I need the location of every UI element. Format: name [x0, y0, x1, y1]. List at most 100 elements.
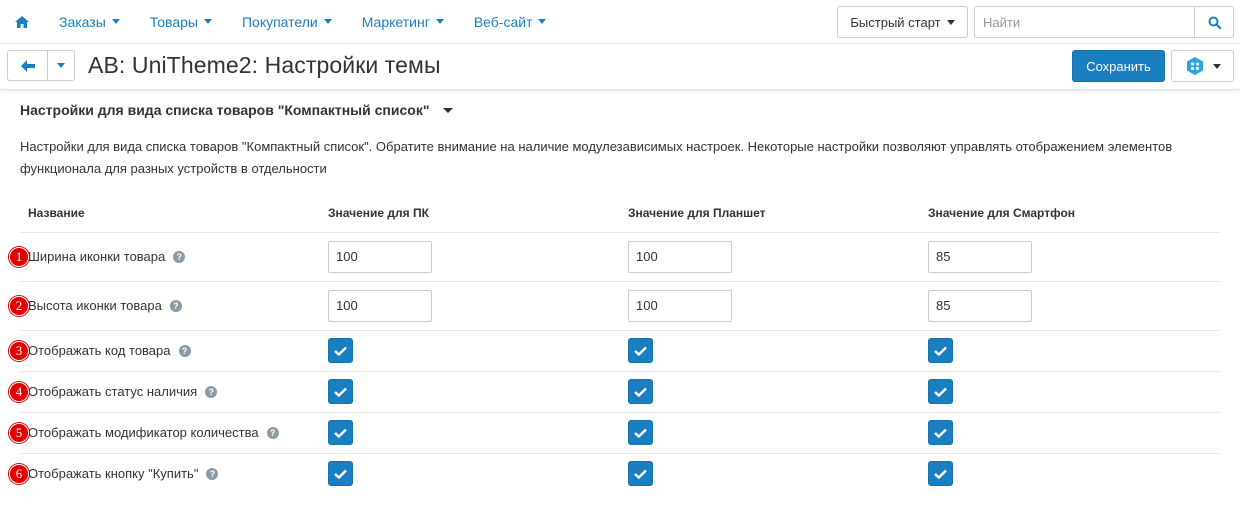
menu-marketing[interactable]: Маркетинг — [347, 14, 459, 30]
setting-name: 4 Отображать статус наличия ? — [9, 381, 328, 402]
checkmark-icon — [634, 428, 647, 438]
help-icon[interactable]: ? — [173, 250, 186, 263]
show-stock-tablet-checkbox[interactable] — [628, 379, 653, 404]
setting-label: Отображать модификатор количества — [28, 425, 259, 440]
help-icon[interactable]: ? — [266, 426, 279, 439]
title-bar: AB: UniTheme2: Настройки темы Сохранить — [0, 44, 1240, 90]
show-buy-button-phone-checkbox[interactable] — [928, 461, 953, 487]
table-row: 4 Отображать статус наличия ? — [9, 371, 1220, 413]
setting-name: 1 Ширина иконки товара ? — [9, 246, 328, 267]
table-row: 3 Отображать код товара ? — [9, 330, 1220, 372]
icon-width-pc-input[interactable] — [328, 240, 432, 273]
page-title: AB: UniTheme2: Настройки темы — [88, 52, 441, 78]
chevron-down-icon — [1212, 63, 1221, 69]
chevron-down-icon — [203, 19, 212, 24]
checkmark-icon — [934, 428, 947, 438]
section-description: Настройки для вида списка товаров "Компа… — [20, 139, 1173, 176]
icon-width-tablet-input[interactable] — [628, 240, 732, 273]
search-input[interactable] — [975, 7, 1194, 37]
search-box — [974, 6, 1234, 38]
arrow-left-icon — [20, 59, 35, 72]
icon-height-tablet-input[interactable] — [628, 289, 732, 322]
help-icon[interactable]: ? — [205, 385, 218, 398]
back-button-group — [7, 50, 75, 81]
checkmark-icon — [934, 469, 947, 479]
checkmark-icon — [634, 346, 647, 356]
step-badge: 2 — [9, 295, 29, 316]
settings-content: Настройки для вида списка товаров "Компа… — [0, 100, 1240, 494]
show-qty-modifier-phone-checkbox[interactable] — [928, 420, 953, 445]
show-stock-phone-checkbox[interactable] — [928, 379, 953, 404]
show-code-tablet-checkbox[interactable] — [628, 338, 653, 363]
column-header-pc: Значение для ПК — [328, 202, 628, 233]
show-buy-button-pc-checkbox[interactable] — [328, 461, 353, 487]
home-icon — [15, 15, 29, 28]
show-code-phone-checkbox[interactable] — [928, 338, 953, 363]
search-button[interactable] — [1194, 7, 1233, 37]
save-button[interactable]: Сохранить — [1072, 50, 1165, 82]
setting-label: Ширина иконки товара — [28, 249, 166, 264]
icon-height-pc-input[interactable] — [328, 289, 432, 322]
show-qty-modifier-tablet-checkbox[interactable] — [628, 420, 653, 445]
setting-label: Отображать статус наличия — [28, 384, 198, 399]
table-row: 1 Ширина иконки товара ? — [9, 232, 1220, 282]
show-code-pc-checkbox[interactable] — [328, 338, 353, 363]
help-icon[interactable]: ? — [178, 344, 191, 357]
step-badge: 4 — [9, 381, 29, 402]
setting-name: 2 Высота иконки товара ? — [9, 295, 328, 316]
main-menu: Заказы Товары Покупатели Маркетинг Веб-с… — [44, 14, 561, 30]
column-header-phone: Значение для Смартфон — [928, 202, 1220, 233]
step-badge: 1 — [9, 246, 29, 267]
addon-menu-button[interactable] — [1171, 50, 1234, 82]
table-row: 5 Отображать модификатор количества ? — [9, 412, 1220, 454]
menu-website[interactable]: Веб-сайт — [459, 14, 562, 30]
step-badge: 3 — [9, 340, 29, 361]
chevron-down-icon — [443, 107, 454, 113]
back-dropdown-toggle[interactable] — [48, 51, 74, 80]
addon-hexagon-icon — [1186, 57, 1203, 75]
icon-height-phone-input[interactable] — [928, 289, 1032, 322]
checkmark-icon — [334, 428, 347, 438]
checkmark-icon — [934, 346, 947, 356]
column-header-tablet: Значение для Планшет — [628, 202, 928, 233]
table-header-row: Название Значение для ПК Значение для Пл… — [20, 202, 1220, 233]
setting-label: Высота иконки товара — [28, 298, 162, 313]
menu-customers[interactable]: Покупатели — [227, 14, 347, 30]
section-header[interactable]: Настройки для вида списка товаров "Компа… — [20, 100, 1220, 120]
chevron-down-icon — [57, 63, 65, 68]
chevron-down-icon — [435, 19, 444, 24]
chevron-down-icon — [111, 19, 120, 24]
icon-width-phone-input[interactable] — [928, 240, 1032, 273]
chevron-down-icon — [946, 19, 955, 25]
checkmark-icon — [334, 469, 347, 479]
show-qty-modifier-pc-checkbox[interactable] — [328, 420, 353, 445]
quick-start-button[interactable]: Быстрый старт — [837, 6, 968, 38]
help-icon[interactable]: ? — [206, 467, 219, 480]
column-header-name: Название — [20, 202, 328, 233]
checkmark-icon — [334, 346, 347, 356]
setting-name: 5 Отображать модификатор количества ? — [9, 422, 328, 443]
step-badge: 6 — [9, 463, 29, 484]
checkmark-icon — [634, 469, 647, 479]
checkmark-icon — [934, 387, 947, 397]
chevron-down-icon — [323, 19, 332, 24]
menu-products[interactable]: Товары — [135, 14, 227, 30]
settings-table: Название Значение для ПК Значение для Пл… — [9, 202, 1220, 494]
setting-name: 3 Отображать код товара ? — [9, 340, 328, 361]
setting-name: 6 Отображать кнопку "Купить" ? — [9, 463, 328, 484]
table-row: 2 Высота иконки товара ? — [9, 281, 1220, 331]
chevron-down-icon — [538, 19, 547, 24]
top-navbar: Заказы Товары Покупатели Маркетинг Веб-с… — [0, 0, 1240, 44]
back-button[interactable] — [8, 51, 48, 80]
help-icon[interactable]: ? — [169, 299, 182, 312]
checkmark-icon — [334, 387, 347, 397]
menu-orders[interactable]: Заказы — [44, 14, 135, 30]
step-badge: 5 — [9, 422, 29, 443]
table-row: 6 Отображать кнопку "Купить" ? — [9, 453, 1220, 494]
search-icon — [1208, 16, 1221, 29]
setting-label: Отображать кнопку "Купить" — [28, 466, 199, 482]
show-buy-button-tablet-checkbox[interactable] — [628, 461, 653, 487]
home-button[interactable] — [0, 0, 44, 44]
show-stock-pc-checkbox[interactable] — [328, 379, 353, 404]
setting-label: Отображать код товара — [28, 343, 171, 358]
